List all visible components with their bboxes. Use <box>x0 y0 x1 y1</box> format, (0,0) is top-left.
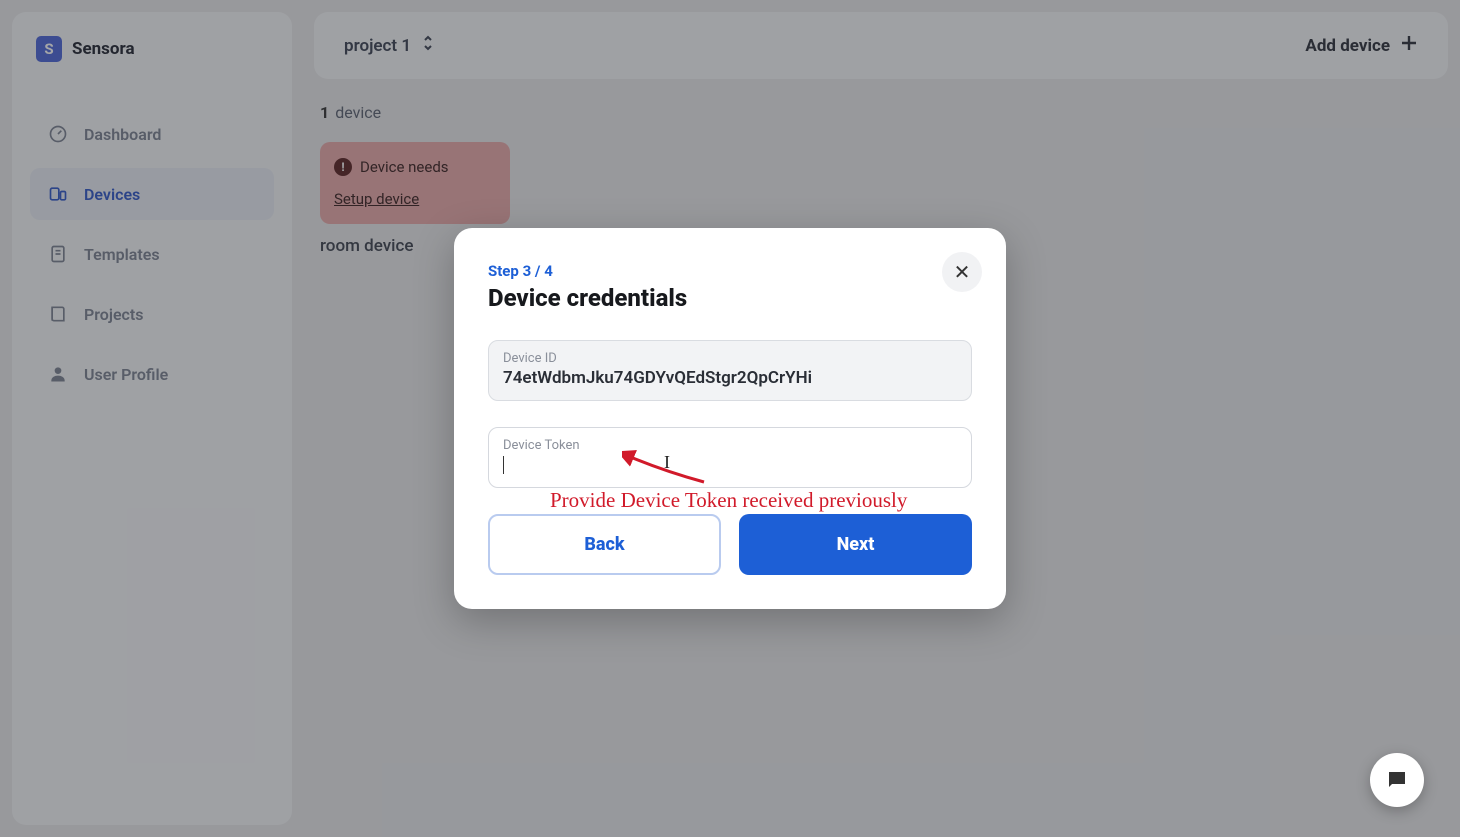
modal-button-row: Back Next <box>488 514 972 575</box>
device-id-label: Device ID <box>503 351 957 366</box>
back-button[interactable]: Back <box>488 514 721 575</box>
close-icon: ✕ <box>954 260 971 284</box>
modal-overlay[interactable]: ✕ Step 3 / 4 Device credentials Device I… <box>0 0 1460 837</box>
device-id-field: Device ID 74etWdbmJku74GDYvQEdStgr2QpCrY… <box>488 340 972 401</box>
modal-title: Device credentials <box>488 284 972 312</box>
device-credentials-modal: ✕ Step 3 / 4 Device credentials Device I… <box>454 228 1006 609</box>
modal-step-label: Step 3 / 4 <box>488 262 972 280</box>
chat-fab[interactable] <box>1370 753 1424 807</box>
device-token-field[interactable]: Device Token <box>488 427 972 488</box>
next-button[interactable]: Next <box>739 514 972 575</box>
text-caret <box>503 456 504 474</box>
close-button[interactable]: ✕ <box>942 252 982 292</box>
device-token-label: Device Token <box>503 438 957 453</box>
chat-icon <box>1385 768 1409 792</box>
device-id-value[interactable]: 74etWdbmJku74GDYvQEdStgr2QpCrYHi <box>503 368 957 388</box>
